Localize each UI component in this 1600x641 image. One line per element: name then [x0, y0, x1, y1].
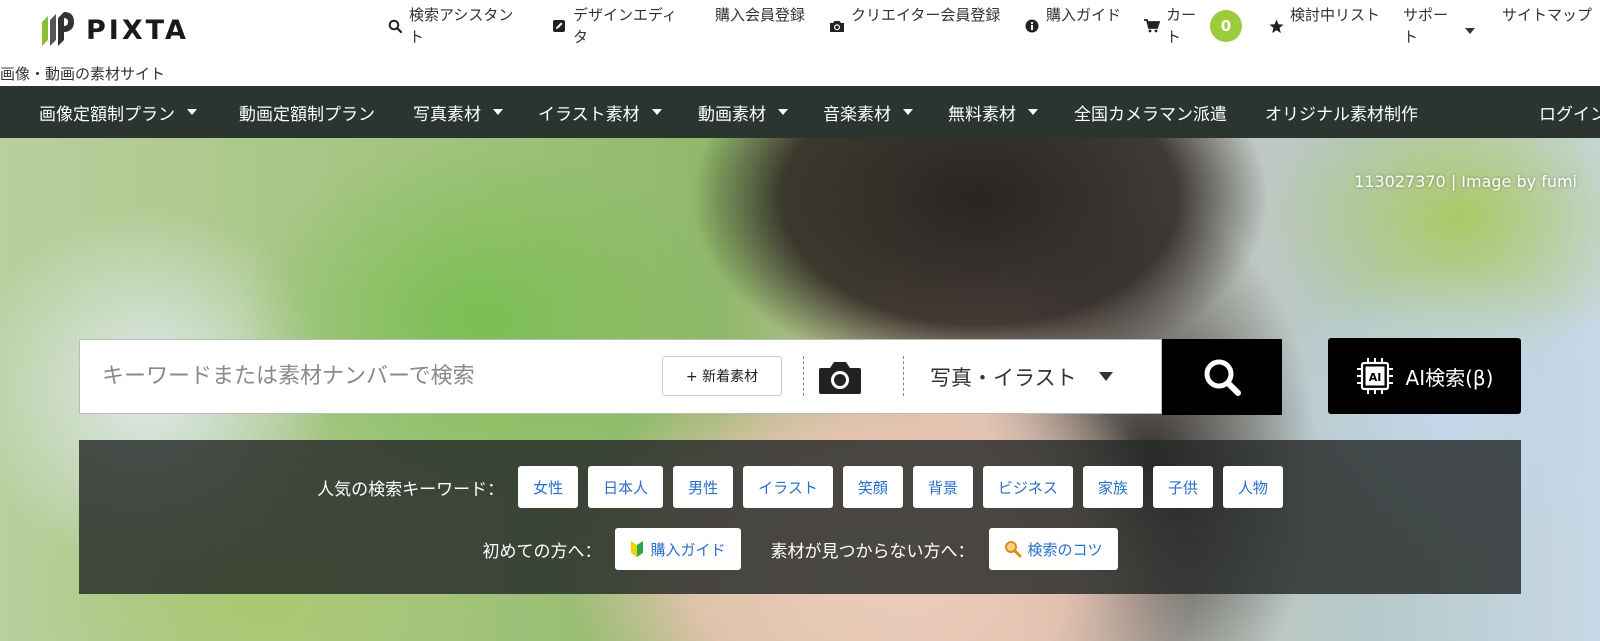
nav-item-video-subscription[interactable]: 動画定額制プラン: [239, 86, 375, 138]
chevron-down-icon: [903, 109, 913, 115]
cart-label: カート: [1166, 6, 1197, 46]
keyword-tag[interactable]: ビジネス: [982, 466, 1073, 508]
watchlist-link[interactable]: 検討中リスト: [1268, 4, 1383, 34]
nav-item-label: 動画素材: [698, 104, 766, 125]
camera-icon: [829, 18, 845, 34]
divider: [803, 356, 804, 396]
chevron-down-icon: [493, 109, 503, 115]
search-assistant-label: 検索アシスタント: [409, 6, 514, 46]
edit-icon: [551, 18, 567, 34]
beginner-mark-icon: [630, 540, 644, 558]
main-nav: 画像定額制プラン 動画定額制プラン 写真素材 イラスト素材 動画素材 音楽素材 …: [0, 86, 1600, 138]
nav-item-label: 全国カメラマン派遣: [1074, 104, 1227, 125]
nav-item-label: 無料素材: [948, 104, 1016, 125]
material-type-value: 写真・イラスト: [930, 365, 1077, 390]
nav-item-free[interactable]: 無料素材: [948, 86, 1038, 138]
cart-count-badge[interactable]: 0: [1210, 10, 1242, 42]
login-label: ログイン: [1539, 104, 1600, 125]
support-menu[interactable]: サポート: [1403, 4, 1455, 48]
purchase-guide-link[interactable]: 購入ガイド: [1024, 4, 1124, 34]
search-icon: [387, 18, 403, 34]
keyword-tag[interactable]: 家族: [1082, 466, 1143, 508]
nav-item-label: 音楽素材: [823, 104, 891, 125]
nav-item-photographer-dispatch[interactable]: 全国カメラマン派遣: [1074, 86, 1227, 138]
keyword-tag[interactable]: 子供: [1152, 466, 1213, 508]
site-tagline: 画像・動画の素材サイト: [0, 65, 166, 83]
star-icon: [1268, 18, 1284, 34]
nav-item-photos[interactable]: 写真素材: [413, 86, 503, 138]
help-links-row: 初めての方へ： 購入ガイド 素材が見つからない方へ： 検索のコツ: [79, 528, 1521, 570]
first-time-label: 初めての方へ：: [482, 541, 602, 562]
keyword-tag[interactable]: 笑顔: [842, 466, 903, 508]
image-credit[interactable]: 113027370 | Image by fumi: [1354, 172, 1577, 191]
watchlist-label: 検討中リスト: [1290, 6, 1381, 24]
keyword-tag[interactable]: 日本人: [588, 466, 664, 508]
nav-item-label: 画像定額制プラン: [39, 104, 175, 125]
search-tips-button[interactable]: 検索のコツ: [988, 528, 1118, 570]
chevron-down-icon: [1028, 109, 1038, 115]
nav-item-label: 写真素材: [413, 104, 481, 125]
sitemap-label: サイトマップ: [1502, 6, 1593, 24]
search-input[interactable]: [80, 340, 645, 413]
chevron-down-icon: [187, 109, 197, 115]
search-button[interactable]: [1162, 339, 1282, 415]
not-found-label: 素材が見つからない方へ：: [770, 541, 975, 562]
search-box: + 新着素材 写真・イラスト: [79, 339, 1162, 414]
keyword-tag[interactable]: イラスト: [743, 466, 833, 508]
support-chevron-down-icon[interactable]: [1465, 28, 1475, 34]
purchase-guide-button[interactable]: 購入ガイド: [615, 528, 741, 570]
search-icon: [1204, 359, 1241, 396]
keyword-tag[interactable]: 背景: [912, 466, 973, 508]
nav-item-videos[interactable]: 動画素材: [698, 86, 788, 138]
nav-item-image-subscription[interactable]: 画像定額制プラン: [39, 86, 197, 138]
keyword-panel: 人気の検索キーワード： 女性 日本人 男性 イラスト 笑顔 背景 ビジネス 家族…: [79, 440, 1521, 594]
nav-item-label: イラスト素材: [538, 104, 640, 125]
keyword-tag[interactable]: 男性: [673, 466, 734, 508]
nav-item-label: オリジナル素材制作: [1265, 104, 1418, 125]
support-label: サポート: [1403, 6, 1449, 46]
new-arrivals-button[interactable]: + 新着素材: [662, 356, 782, 396]
purchase-guide-label: 購入ガイド: [1046, 6, 1122, 24]
magnifier-icon: [1004, 540, 1022, 558]
nav-item-illustrations[interactable]: イラスト素材: [538, 86, 662, 138]
nav-item-music[interactable]: 音楽素材: [823, 86, 913, 138]
hero-section: 113027370 | Image by fumi + 新着素材 写真・イラスト: [0, 138, 1600, 641]
login-link[interactable]: ログイン: [1539, 86, 1600, 138]
sitemap-link[interactable]: サイトマップ: [1502, 4, 1594, 26]
cart-icon: [1144, 18, 1160, 34]
search-assistant-link[interactable]: 検索アシスタント: [387, 4, 527, 48]
top-header: PIXTA 画像・動画の素材サイト 検索アシスタント デザインエディタ 購入会員…: [0, 0, 1600, 86]
design-editor-label: デザインエディタ: [573, 6, 677, 46]
design-editor-link[interactable]: デザインエディタ: [551, 4, 686, 48]
ai-chip-icon: AI: [1356, 358, 1393, 394]
creator-signup-label: クリエイター会員登録: [851, 6, 1001, 24]
buyer-signup-link[interactable]: 購入会員登録: [715, 4, 810, 26]
keyword-tag[interactable]: 人物: [1222, 466, 1283, 508]
image-search-button[interactable]: [817, 357, 863, 397]
nav-item-label: 動画定額制プラン: [239, 104, 375, 125]
ai-search-label: AI検索(β): [1405, 365, 1494, 390]
chevron-down-icon: [1098, 372, 1113, 381]
popular-keywords-row: 人気の検索キーワード： 女性 日本人 男性 イラスト 笑顔 背景 ビジネス 家族…: [79, 466, 1521, 508]
utility-nav: 検索アシスタント デザインエディタ 購入会員登録 クリエイター会員登録 購入ガイ…: [0, 4, 1600, 52]
ai-search-button[interactable]: AI AI検索(β): [1328, 338, 1521, 414]
buyer-signup-label: 購入会員登録: [715, 6, 806, 24]
info-icon: [1024, 18, 1040, 34]
search-tips-label: 検索のコツ: [1027, 540, 1103, 559]
purchase-guide-label: 購入ガイド: [650, 540, 726, 559]
nav-item-original-production[interactable]: オリジナル素材制作: [1265, 86, 1418, 138]
svg-text:AI: AI: [1368, 371, 1381, 384]
chevron-down-icon: [651, 109, 662, 115]
material-type-select[interactable]: 写真・イラスト: [930, 340, 1130, 413]
cart-link[interactable]: カート: [1144, 4, 1199, 48]
creator-signup-link[interactable]: クリエイター会員登録: [829, 4, 1004, 34]
popular-keywords-label: 人気の検索キーワード：: [317, 479, 505, 500]
divider: [903, 356, 904, 396]
chevron-down-icon: [778, 109, 788, 115]
keyword-tag[interactable]: 女性: [518, 466, 579, 508]
camera-icon: [819, 362, 861, 394]
